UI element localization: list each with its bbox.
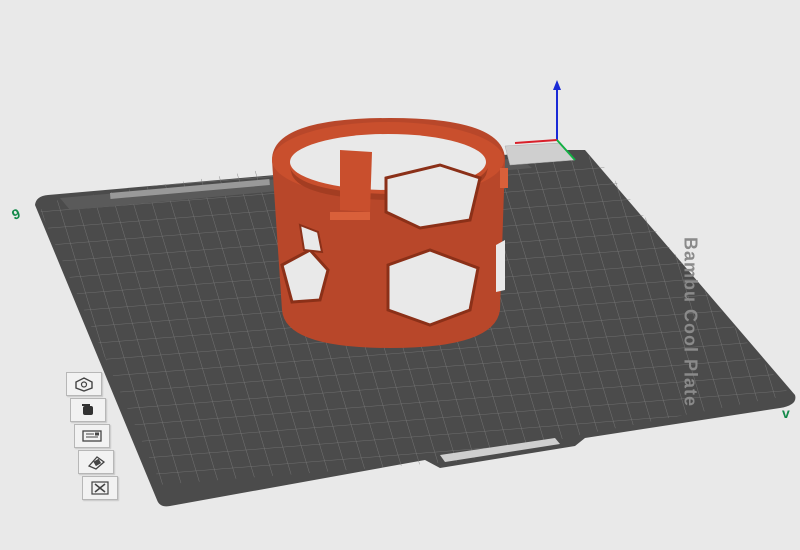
layers-button[interactable] — [78, 450, 114, 474]
plate-settings-icon — [82, 430, 102, 442]
z-axis-arrow-icon — [553, 80, 561, 90]
delete-plate-icon — [91, 481, 109, 495]
axis-marker-right: v — [782, 405, 790, 421]
orient-icon — [82, 404, 93, 415]
plate-name-label: Bambu Cool Plate — [680, 236, 701, 408]
delete-plate-button[interactable] — [82, 476, 118, 500]
orient-button[interactable] — [70, 398, 106, 422]
layers-icon — [87, 456, 106, 470]
arrange-icon — [75, 377, 93, 392]
arrange-button[interactable] — [66, 372, 102, 396]
3d-viewport[interactable]: Bambu Cool Plate 9 v — [0, 0, 800, 550]
x-axis — [514, 139, 558, 144]
plate-settings-button[interactable] — [74, 424, 110, 448]
ring-model[interactable] — [272, 118, 508, 348]
